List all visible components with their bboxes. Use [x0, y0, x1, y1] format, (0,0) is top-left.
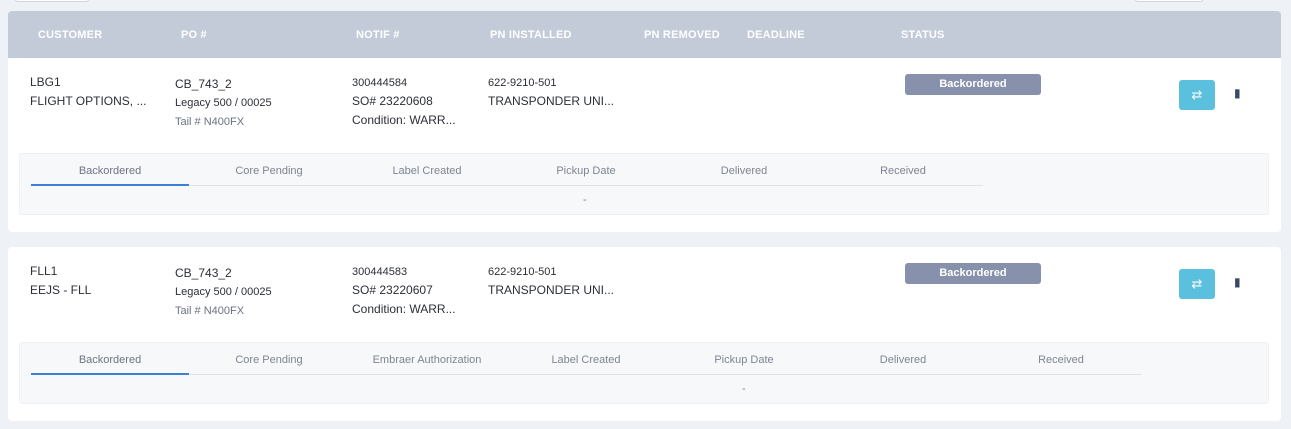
top-control-left[interactable]	[14, 0, 90, 2]
pn-installed: 622-9210-501	[488, 266, 557, 278]
po-number: CB_743_2	[175, 266, 232, 280]
column-header-notif: NOTIF #	[356, 29, 400, 41]
tab-received[interactable]: Received	[824, 165, 982, 177]
status-badge: Backordered	[905, 74, 1041, 95]
pn-description: TRANSPONDER UNI...	[488, 283, 615, 297]
condition: Condition: WARR...	[352, 302, 456, 316]
tab-label-created[interactable]: Label Created	[348, 165, 506, 177]
tab-label-created[interactable]: Label Created	[507, 354, 665, 366]
customer-code: LBG1	[30, 75, 61, 89]
tab-delivered[interactable]: Delivered	[824, 354, 982, 366]
tail-number: Tail # N400FX	[175, 116, 245, 128]
customer-code: FLL1	[30, 264, 58, 278]
pn-installed: 622-9210-501	[488, 77, 557, 89]
condition: Condition: WARR...	[352, 113, 456, 127]
book-icon[interactable]: ▮	[1234, 275, 1241, 289]
customer-name: EEJS - FLL	[30, 283, 92, 297]
column-header-pn-removed: PN REMOVED	[644, 29, 720, 41]
tracker-active-indicator	[31, 184, 189, 186]
tab-pickup-date[interactable]: Pickup Date	[665, 354, 823, 366]
notif-number: 300444583	[352, 266, 408, 278]
notif-number: 300444584	[352, 77, 408, 89]
tracker-detail: -	[742, 383, 746, 395]
tab-pickup-date[interactable]: Pickup Date	[507, 165, 665, 177]
tab-delivered[interactable]: Delivered	[665, 165, 823, 177]
top-control-right[interactable]	[1134, 0, 1204, 2]
column-header-pn-installed: PN INSTALLED	[490, 29, 572, 41]
tracker-detail: -	[583, 194, 587, 206]
status-tracker: Backordered Core Pending Embraer Authori…	[19, 342, 1269, 404]
tracker-active-indicator	[31, 373, 189, 375]
sync-icon: ⇄	[1191, 276, 1203, 291]
column-header-customer: CUSTOMER	[38, 29, 103, 41]
tab-backordered[interactable]: Backordered	[31, 354, 189, 366]
order-card: FLL1 EEJS - FLL CB_743_2 Legacy 500 / 00…	[8, 247, 1281, 421]
status-tracker: Backordered Core Pending Label Created P…	[19, 153, 1269, 215]
tab-core-pending[interactable]: Core Pending	[190, 165, 348, 177]
sync-icon: ⇄	[1191, 87, 1203, 102]
customer-name: FLIGHT OPTIONS, ...	[30, 94, 147, 108]
pn-description: TRANSPONDER UNI...	[488, 94, 615, 108]
tab-core-pending[interactable]: Core Pending	[190, 354, 348, 366]
aircraft-model: Legacy 500 / 00025	[175, 286, 272, 298]
status-badge: Backordered	[905, 263, 1041, 284]
column-header-status: STATUS	[901, 29, 945, 41]
tab-received[interactable]: Received	[982, 354, 1140, 366]
aircraft-model: Legacy 500 / 00025	[175, 97, 272, 109]
table-header: CUSTOMER PO # NOTIF # PN INSTALLED PN RE…	[8, 11, 1281, 58]
order-card: LBG1 FLIGHT OPTIONS, ... CB_743_2 Legacy…	[8, 58, 1281, 232]
sync-button[interactable]: ⇄	[1179, 269, 1215, 299]
tracker-line	[31, 374, 1141, 375]
so-number: SO# 23220608	[352, 94, 433, 108]
column-header-deadline: DEADLINE	[747, 29, 805, 41]
po-number: CB_743_2	[175, 77, 232, 91]
book-icon[interactable]: ▮	[1234, 86, 1241, 100]
column-header-po: PO #	[181, 29, 207, 41]
tab-embraer-authorization[interactable]: Embraer Authorization	[348, 354, 506, 366]
tab-backordered[interactable]: Backordered	[31, 165, 189, 177]
tail-number: Tail # N400FX	[175, 305, 245, 317]
so-number: SO# 23220607	[352, 283, 433, 297]
sync-button[interactable]: ⇄	[1179, 80, 1215, 110]
